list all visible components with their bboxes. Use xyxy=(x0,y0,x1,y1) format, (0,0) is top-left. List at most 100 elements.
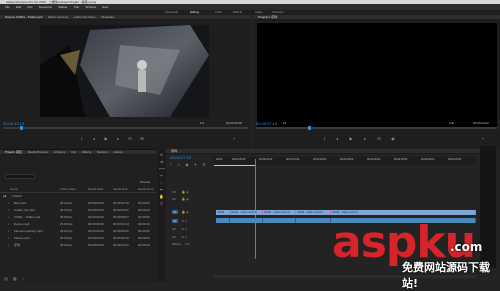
selection-tool-icon[interactable]: ➤ xyxy=(159,152,164,157)
add-button-icon[interactable]: + xyxy=(481,137,485,141)
track-header-v1[interactable]: V1 🔒 ◉ xyxy=(166,209,211,216)
audio-clip[interactable] xyxy=(230,218,263,223)
track-header-a2[interactable]: A2 M S xyxy=(166,226,211,233)
add-button-icon[interactable]: + xyxy=(232,137,236,141)
step-back-icon[interactable]: ◂ xyxy=(92,137,96,141)
razor-icon[interactable]: ✂ xyxy=(159,173,164,178)
timeline-timecode[interactable]: 00:00:07:19 xyxy=(170,155,191,160)
column-name[interactable]: Name xyxy=(10,186,18,193)
folder-icon: ▸■ xyxy=(3,194,7,198)
column-media-end[interactable]: Media End xyxy=(113,186,127,193)
track-header-v3[interactable]: V3 🔒 ◉ xyxy=(166,189,211,196)
audio-clip[interactable] xyxy=(263,218,296,223)
insert-icon[interactable]: ⊟ xyxy=(128,137,132,141)
timeline-clip[interactable]: C0031 - Trailer.mp4 [V] xyxy=(296,210,331,215)
work-area-bar[interactable] xyxy=(214,165,256,166)
clip-end: 00:00:06:07 xyxy=(113,215,129,219)
program-video-frame[interactable] xyxy=(257,23,497,127)
ruler-label: 00:00:15:00 xyxy=(286,158,300,161)
source-scrub-bar[interactable] xyxy=(3,127,248,129)
project-search-input[interactable] xyxy=(5,174,35,179)
track-label: A1 xyxy=(172,219,178,223)
folder-row[interactable]: ▸■ Trailerit xyxy=(0,193,160,200)
tab-libraries[interactable]: Libraries xyxy=(54,150,66,155)
program-scrub-bar[interactable] xyxy=(256,127,497,129)
program-fit[interactable]: Fit xyxy=(283,121,286,125)
timeline-clip[interactable]: C0031 xyxy=(216,210,230,215)
track-header-master[interactable]: Master 0.0 xyxy=(166,241,211,248)
clip-name: Dance.mp4 xyxy=(14,222,30,226)
extract-icon[interactable]: ⊟ xyxy=(377,137,381,141)
ruler-label: 00:00:10:00 xyxy=(259,158,273,161)
list-item[interactable]: ▪ Famous Hunting.mp4 25.00 fps 00:00:00:… xyxy=(0,228,160,235)
step-forward-icon[interactable]: ▸ xyxy=(363,137,367,141)
list-item[interactable]: ▪ Bird.mp4 25.00 fps 00:00:00:00 00:00:0… xyxy=(0,200,160,207)
tab-program[interactable]: Program: 序列 xyxy=(258,15,277,20)
timeline-playhead[interactable] xyxy=(255,159,256,259)
pen-icon[interactable]: ✒ xyxy=(159,187,164,192)
column-media-duration[interactable]: Media Dura xyxy=(138,186,154,193)
step-back-icon[interactable]: ◂ xyxy=(335,137,339,141)
zoom-icon[interactable]: ⚲ xyxy=(159,201,164,206)
timeline-clip[interactable]: C0031 - Trailer.mp4 [V] xyxy=(230,210,263,215)
clip-end: 00:00:02:22 xyxy=(113,236,129,240)
source-video-frame[interactable] xyxy=(40,25,209,117)
clip-duration: 00:00:04 xyxy=(138,222,150,226)
lift-icon[interactable]: ⌈ xyxy=(323,137,327,141)
timeline-tool-icons[interactable]: ⌇ ⊃ ◆ ✦ ⚙ xyxy=(170,162,208,167)
track-header-a3[interactable]: A3 M S xyxy=(166,234,211,241)
program-monitor: Program: 序列 00:00:07:19 Fit Full 00:00:2… xyxy=(253,15,500,149)
tab-source[interactable]: Source: C0031 - Trailer.mp4 xyxy=(5,15,43,20)
track-header-v2[interactable]: V2 🔒 ◉ xyxy=(166,196,211,203)
ruler-label: 00:00:35:00 xyxy=(394,158,408,161)
track-header-a1[interactable]: A1 M S xyxy=(166,218,211,225)
program-timecode[interactable]: 00:00:07:19 xyxy=(256,121,277,126)
source-zoom[interactable]: 1/2 xyxy=(200,121,204,125)
tab-metadata[interactable]: Metadata xyxy=(102,15,115,20)
source-duration: 00:00:06:08 xyxy=(226,121,242,125)
overwrite-icon[interactable]: ⊞ xyxy=(140,137,144,141)
program-zoom[interactable]: Full xyxy=(449,121,454,125)
step-forward-icon[interactable]: ▸ xyxy=(116,137,120,141)
tab-sequence[interactable]: 序列 xyxy=(171,149,177,154)
timeline-clip[interactable]: C0031 - Trailer.mp4 [V] xyxy=(263,210,296,215)
timeline-clip[interactable]: C0031 - Trailer.mp4 [V] xyxy=(331,210,476,215)
slip-icon[interactable]: ⇔ xyxy=(159,180,164,185)
play-icon[interactable]: ▶ xyxy=(349,137,353,141)
tab-info[interactable]: Info xyxy=(71,150,76,155)
list-item[interactable]: ▪ C0031 - Trailer.mp4 25.00 fps 00:00:00… xyxy=(0,214,160,221)
track-select-icon[interactable]: ⇉ xyxy=(159,159,164,164)
tab-audio-clip-mixer[interactable]: Audio Clip Mixer xyxy=(74,15,96,20)
tab-media-browser[interactable]: Media Browser xyxy=(28,150,48,155)
master-volume[interactable]: 0.0 xyxy=(185,242,189,246)
export-frame-icon[interactable]: ◉ xyxy=(391,137,395,141)
play-icon[interactable]: ▶ xyxy=(104,137,108,141)
project-footer-icons[interactable]: ▤ ▦ ○ xyxy=(4,276,26,281)
track-label: Master xyxy=(172,242,182,246)
tab-history[interactable]: History xyxy=(114,150,123,155)
list-item[interactable]: ▪ Flower.mp4 25.00 fps 00:00:00:00 00:00… xyxy=(0,235,160,242)
timeline-ruler[interactable]: 00:00 00:00:05:00 00:00:10:00 00:00:15:0… xyxy=(214,157,476,165)
tab-project[interactable]: Project: 项目 xyxy=(5,150,22,155)
column-media-start[interactable]: Media Start xyxy=(88,186,103,193)
list-item[interactable]: ▪ 序列 25.00 fps 00:00:00:00 00:00:23:01 0… xyxy=(0,242,160,249)
tab-effects[interactable]: Effects xyxy=(82,150,91,155)
list-item[interactable]: ▪ Coffee Cut.mp4 25.00 fps 00:00:00:00 0… xyxy=(0,207,160,214)
clip-end: 00:00:05:02 xyxy=(113,229,129,233)
audio-clip[interactable] xyxy=(216,218,230,223)
clip-end: 00:00:04:14 xyxy=(113,222,129,226)
ruler-label: 00:00:45:00 xyxy=(448,158,462,161)
source-playhead[interactable] xyxy=(20,126,23,130)
column-frame-rate[interactable]: Frame Rate xyxy=(60,186,76,193)
ripple-edit-icon[interactable]: ⟷ xyxy=(159,166,165,171)
clip-name: 序列 xyxy=(14,243,21,247)
clip-icon: ▪ xyxy=(8,222,10,226)
tab-effect-controls[interactable]: Effect Controls xyxy=(48,15,68,20)
hand-icon[interactable]: ✋ xyxy=(159,194,164,199)
program-playhead[interactable] xyxy=(308,126,311,130)
list-item[interactable]: ▪ Dance.mp4 25.00 fps 00:00:00:00 00:00:… xyxy=(0,221,160,228)
clip-name: Bird.mp4 xyxy=(14,201,27,205)
audio-clip[interactable] xyxy=(296,218,331,223)
mark-in-icon[interactable]: ⌈ xyxy=(80,137,84,141)
tab-markers[interactable]: Markers xyxy=(97,150,108,155)
